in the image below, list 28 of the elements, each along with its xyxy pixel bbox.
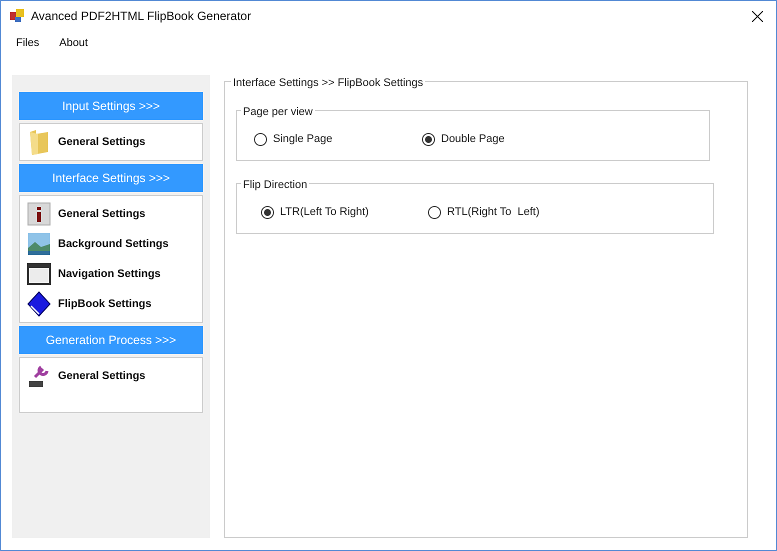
sidebar-item[interactable]: Background Settings: [26, 229, 196, 259]
radio-button[interactable]: [428, 206, 441, 219]
radio-label: LTR(Left To Right): [280, 205, 369, 220]
panel-title: Interface Settings >> FlipBook Settings: [231, 75, 426, 92]
sidebar-item[interactable]: General Settings: [26, 127, 196, 157]
info-icon: [27, 202, 51, 226]
window-icon: [27, 263, 51, 285]
close-icon[interactable]: [752, 10, 763, 22]
radio-label: Single Page: [273, 132, 332, 148]
menu-item[interactable]: About: [51, 34, 96, 52]
menu-item[interactable]: Files: [8, 34, 48, 52]
sidebar-item[interactable]: FlipBook Settings: [26, 289, 196, 319]
sidebar-item[interactable]: Navigation Settings: [26, 259, 196, 289]
radio-button[interactable]: [422, 133, 435, 146]
sidebar-item[interactable]: General Settings: [26, 199, 196, 229]
radio-label: RTL(Right To Left): [447, 205, 540, 220]
radio-button[interactable]: [254, 133, 267, 146]
book-icon: [26, 290, 52, 318]
radio-button[interactable]: [261, 206, 274, 219]
sidebar-item[interactable]: General Settings: [26, 361, 196, 391]
group-title: Flip Direction: [241, 177, 310, 194]
landscape-icon: [27, 232, 51, 256]
app-icon: [10, 9, 24, 23]
radio-label: Double Page: [441, 132, 505, 148]
window-title: Avanced PDF2HTML FlipBook Generator: [31, 8, 252, 25]
wrench-icon: [27, 363, 51, 389]
folder-icon: [28, 128, 50, 156]
group-title: Page per view: [241, 104, 315, 120]
